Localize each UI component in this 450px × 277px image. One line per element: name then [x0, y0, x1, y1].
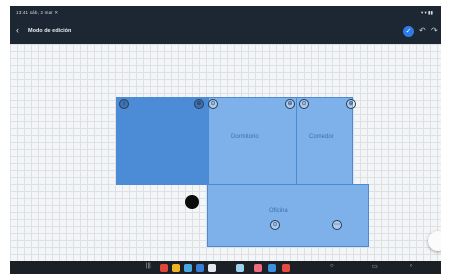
room-comedor-split-icon[interactable]: ⊕ [346, 99, 356, 109]
room-1[interactable] [116, 97, 209, 185]
room-oficina[interactable]: Oficina [207, 184, 369, 247]
device-screen: 13:41 sáb, 2 mar ✕ ▾ ▾ ▮▮ ‹ Modo de edic… [10, 6, 441, 274]
room-comedor[interactable]: Comedor [296, 97, 353, 185]
app-icon-6[interactable] [236, 264, 244, 272]
room-1-split-icon[interactable]: ⊕ [194, 99, 204, 109]
app-bar: ‹ Modo de edición ✓ ↶ ↷ [10, 20, 441, 44]
room-comedor-pin-icon[interactable]: ⊙ [299, 99, 309, 109]
app-icon-2[interactable] [172, 264, 180, 272]
status-time: 13:41 sáb, 2 mar ✕ [16, 10, 59, 15]
room-1-info-icon[interactable]: i [119, 99, 129, 109]
app-icon-8[interactable] [268, 264, 276, 272]
room-label-oficina: Oficina [269, 208, 288, 214]
room-dormitorio-split-icon[interactable]: ⊕ [285, 99, 295, 109]
app-icon-4[interactable] [196, 264, 204, 272]
room-dormitorio-pin-icon[interactable]: ⊙ [208, 99, 218, 109]
map-canvas[interactable]: Dormitorio Comedor Oficina i ⊕ ⊙ ⊕ ⊙ ⊕ ⊙… [10, 44, 441, 261]
app-icon-5[interactable] [208, 264, 216, 272]
room-label-dormitorio: Dormitorio [231, 134, 259, 140]
room-oficina-more-icon[interactable]: ⋯ [332, 220, 342, 230]
room-dormitorio[interactable]: Dormitorio [208, 97, 297, 185]
app-icon-9[interactable] [282, 264, 290, 272]
back-arrow-icon[interactable]: ‹ [16, 25, 19, 35]
room-label-comedor: Comedor [309, 134, 334, 140]
page-title: Modo de edición [28, 28, 72, 34]
floating-action-button[interactable] [428, 231, 441, 251]
undo-icon[interactable]: ↶ [419, 26, 426, 35]
status-icons: ▾ ▾ ▮▮ [421, 10, 433, 15]
system-nav-bar: ||| ○ ▭ ‹ [10, 261, 441, 274]
app-icon-7[interactable] [254, 264, 262, 272]
nav-recents-icon[interactable]: ||| [146, 263, 151, 269]
nav-split-icon[interactable]: ▭ [372, 263, 378, 270]
nav-back-icon[interactable]: ‹ [410, 263, 412, 269]
redo-icon[interactable]: ↷ [431, 26, 438, 35]
app-icon-1[interactable] [160, 264, 168, 272]
robot-position-marker[interactable] [185, 195, 199, 209]
nav-home-icon[interactable]: ○ [330, 263, 334, 269]
room-oficina-pin-icon[interactable]: ⊙ [270, 220, 280, 230]
app-icon-3[interactable] [184, 264, 192, 272]
confirm-button[interactable]: ✓ [403, 26, 414, 37]
status-bar: 13:41 sáb, 2 mar ✕ ▾ ▾ ▮▮ [10, 6, 441, 20]
